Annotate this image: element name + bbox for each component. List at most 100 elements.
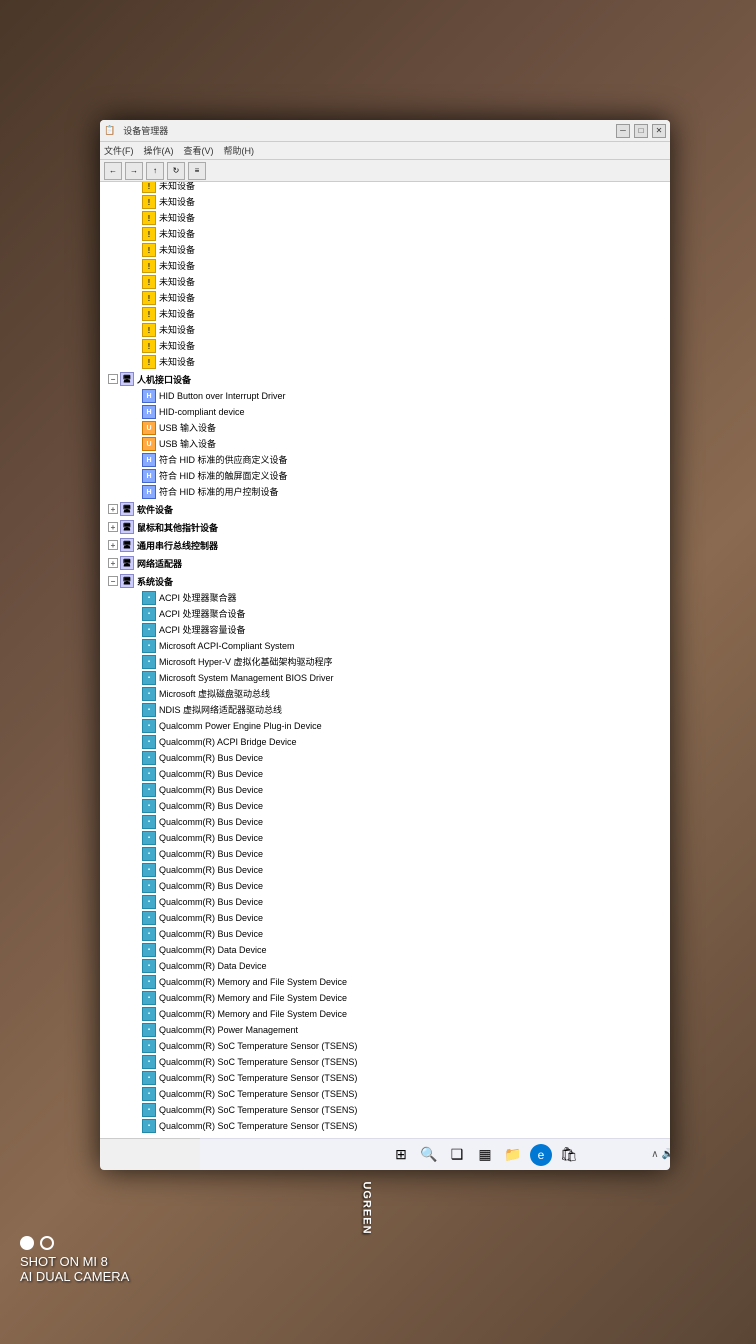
tree-item[interactable]: Qualcomm(R) Bus Device bbox=[100, 830, 670, 846]
tree-item[interactable]: Qualcomm(R) Data Device bbox=[100, 958, 670, 974]
task-view-button[interactable]: ❑ bbox=[446, 1144, 468, 1166]
tree-item[interactable]: Qualcomm(R) Bus Device bbox=[100, 910, 670, 926]
item-label: USB 输入设备 bbox=[159, 438, 216, 451]
tree-item[interactable]: Qualcomm Power Engine Plug-in Device bbox=[100, 718, 670, 734]
section-network[interactable]: 网络适配器 bbox=[100, 554, 670, 572]
device-tree[interactable]: 其他设备未知设备未知设备未知设备未知设备未知设备未知设备未知设备未知设备未知设备… bbox=[100, 182, 670, 1138]
tree-item[interactable]: 未知设备 bbox=[100, 258, 670, 274]
tree-item[interactable]: Qualcomm(R) Bus Device bbox=[100, 846, 670, 862]
item-label: NDIS 虚拟网络适配器驱动总线 bbox=[159, 704, 282, 717]
store-button[interactable]: 🛍 bbox=[558, 1144, 580, 1166]
edge-button[interactable]: e bbox=[530, 1144, 552, 1166]
tree-item[interactable]: Qualcomm(R) Bus Device bbox=[100, 814, 670, 830]
tree-item[interactable]: Qualcomm(R) Data Device bbox=[100, 942, 670, 958]
menu-view[interactable]: 查看(V) bbox=[184, 144, 214, 157]
tree-item[interactable]: 未知设备 bbox=[100, 306, 670, 322]
device-icon bbox=[142, 927, 156, 941]
tree-item[interactable]: Qualcomm(R) SoC Temperature Sensor (TSEN… bbox=[100, 1086, 670, 1102]
leaf-icon bbox=[130, 913, 140, 923]
search-button[interactable]: 🔍 bbox=[418, 1144, 440, 1166]
tree-item[interactable]: 未知设备 bbox=[100, 210, 670, 226]
tree-item[interactable]: ACPI 处理器容量设备 bbox=[100, 622, 670, 638]
tree-item[interactable]: Qualcomm(R) SoC Temperature Sensor (TSEN… bbox=[100, 1038, 670, 1054]
tree-item[interactable]: Qualcomm(R) Bus Device bbox=[100, 798, 670, 814]
toolbar-btn-3[interactable]: ↑ bbox=[146, 162, 164, 180]
item-label: Microsoft ACPI-Compliant System bbox=[159, 640, 295, 653]
section-software_devices[interactable]: 软件设备 bbox=[100, 500, 670, 518]
expand-icon[interactable] bbox=[108, 576, 118, 586]
tree-item[interactable]: Qualcomm(R) Bus Device bbox=[100, 878, 670, 894]
section-system_devices[interactable]: 系统设备 bbox=[100, 572, 670, 590]
device-icon bbox=[142, 799, 156, 813]
device-icon bbox=[142, 703, 156, 717]
tree-item[interactable]: Qualcomm(R) Power Management bbox=[100, 1022, 670, 1038]
tree-item[interactable]: Qualcomm(R) SoC Temperature Sensor (TSEN… bbox=[100, 1118, 670, 1134]
expand-icon[interactable] bbox=[108, 504, 118, 514]
device-icon bbox=[142, 783, 156, 797]
tree-item[interactable]: ACPI 处理器聚合器 bbox=[100, 590, 670, 606]
tree-item[interactable]: USB 输入设备 bbox=[100, 420, 670, 436]
tree-item[interactable]: Qualcomm(R) Memory and File System Devic… bbox=[100, 990, 670, 1006]
tree-item[interactable]: Qualcomm(R) Bus Device bbox=[100, 862, 670, 878]
expand-icon[interactable] bbox=[108, 522, 118, 532]
toolbar-btn-properties[interactable]: ≡ bbox=[188, 162, 206, 180]
tree-item[interactable]: Microsoft Hyper-V 虚拟化基础架构驱动程序 bbox=[100, 654, 670, 670]
tree-item[interactable]: 未知设备 bbox=[100, 242, 670, 258]
tree-item[interactable]: Qualcomm(R) Bus Device bbox=[100, 926, 670, 942]
tree-item[interactable]: 符合 HID 标准的触屏面定义设备 bbox=[100, 468, 670, 484]
start-button[interactable]: ⊞ bbox=[390, 1144, 412, 1166]
expand-icon[interactable] bbox=[108, 558, 118, 568]
tree-item[interactable]: Qualcomm(R) Memory and File System Devic… bbox=[100, 974, 670, 990]
section-hid_devices[interactable]: 人机接口设备 bbox=[100, 370, 670, 388]
tree-item[interactable]: NDIS 虚拟网络适配器驱动总线 bbox=[100, 702, 670, 718]
widgets-button[interactable]: ▦ bbox=[474, 1144, 496, 1166]
device-icon bbox=[142, 831, 156, 845]
tree-item[interactable]: ACPI 处理器聚合设备 bbox=[100, 606, 670, 622]
tree-item[interactable]: Qualcomm(R) SoC Temperature Sensor (TSEN… bbox=[100, 1102, 670, 1118]
toolbar-btn-refresh[interactable]: ↻ bbox=[167, 162, 185, 180]
tree-item[interactable]: Qualcomm(R) Bus Device bbox=[100, 750, 670, 766]
speaker-icon[interactable]: 🔊 bbox=[662, 1149, 670, 1160]
window-title: 设备管理器 bbox=[123, 124, 168, 137]
tree-item[interactable]: Qualcomm(R) Bus Device bbox=[100, 766, 670, 782]
tree-item[interactable]: Microsoft ACPI-Compliant System bbox=[100, 638, 670, 654]
tree-item[interactable]: Microsoft System Management BIOS Driver bbox=[100, 670, 670, 686]
tree-item[interactable]: Qualcomm(R) SoC Temperature Sensor (TSEN… bbox=[100, 1054, 670, 1070]
explorer-button[interactable]: 📁 bbox=[502, 1144, 524, 1166]
menu-file[interactable]: 文件(F) bbox=[104, 144, 134, 157]
tree-item[interactable]: Qualcomm(R) Bus Device bbox=[100, 782, 670, 798]
menu-help[interactable]: 帮助(H) bbox=[224, 144, 255, 157]
tree-item[interactable]: Microsoft 虚拟磁盘驱动总线 bbox=[100, 686, 670, 702]
tree-item[interactable]: 未知设备 bbox=[100, 322, 670, 338]
menu-action[interactable]: 操作(A) bbox=[144, 144, 174, 157]
section-general_multiport[interactable]: 通用串行总线控制器 bbox=[100, 536, 670, 554]
device-icon bbox=[142, 911, 156, 925]
tree-item[interactable]: 未知设备 bbox=[100, 338, 670, 354]
tree-item[interactable]: Qualcomm(R) Memory and File System Devic… bbox=[100, 1006, 670, 1022]
tree-item[interactable]: 未知设备 bbox=[100, 226, 670, 242]
minimize-button[interactable]: ─ bbox=[616, 124, 630, 138]
chevron-up-icon[interactable]: ∧ bbox=[651, 1149, 658, 1160]
tree-item[interactable]: 符合 HID 标准的用户控制设备 bbox=[100, 484, 670, 500]
tree-item[interactable]: 未知设备 bbox=[100, 354, 670, 370]
tree-item[interactable]: Qualcomm(R) Bus Device bbox=[100, 894, 670, 910]
leaf-icon bbox=[130, 641, 140, 651]
tree-item[interactable]: 未知设备 bbox=[100, 274, 670, 290]
expand-icon[interactable] bbox=[108, 374, 118, 384]
tree-item[interactable]: Qualcomm(R) ACPI Bridge Device bbox=[100, 734, 670, 750]
expand-icon[interactable] bbox=[108, 540, 118, 550]
section-sound_other[interactable]: 鼠标和其他指针设备 bbox=[100, 518, 670, 536]
toolbar-btn-2[interactable]: → bbox=[125, 162, 143, 180]
tree-item[interactable]: HID Button over Interrupt Driver bbox=[100, 388, 670, 404]
tree-item[interactable]: USB 输入设备 bbox=[100, 436, 670, 452]
leaf-icon bbox=[130, 673, 140, 683]
tree-item[interactable]: 未知设备 bbox=[100, 290, 670, 306]
close-button[interactable]: ✕ bbox=[652, 124, 666, 138]
tree-item[interactable]: Qualcomm(R) SoC Temperature Sensor (TSEN… bbox=[100, 1070, 670, 1086]
toolbar-btn-1[interactable]: ← bbox=[104, 162, 122, 180]
maximize-button[interactable]: □ bbox=[634, 124, 648, 138]
tree-item[interactable]: HID-compliant device bbox=[100, 404, 670, 420]
tree-item[interactable]: 符合 HID 标准的供应商定义设备 bbox=[100, 452, 670, 468]
tree-item[interactable]: 未知设备 bbox=[100, 194, 670, 210]
tree-item[interactable]: 未知设备 bbox=[100, 182, 670, 194]
